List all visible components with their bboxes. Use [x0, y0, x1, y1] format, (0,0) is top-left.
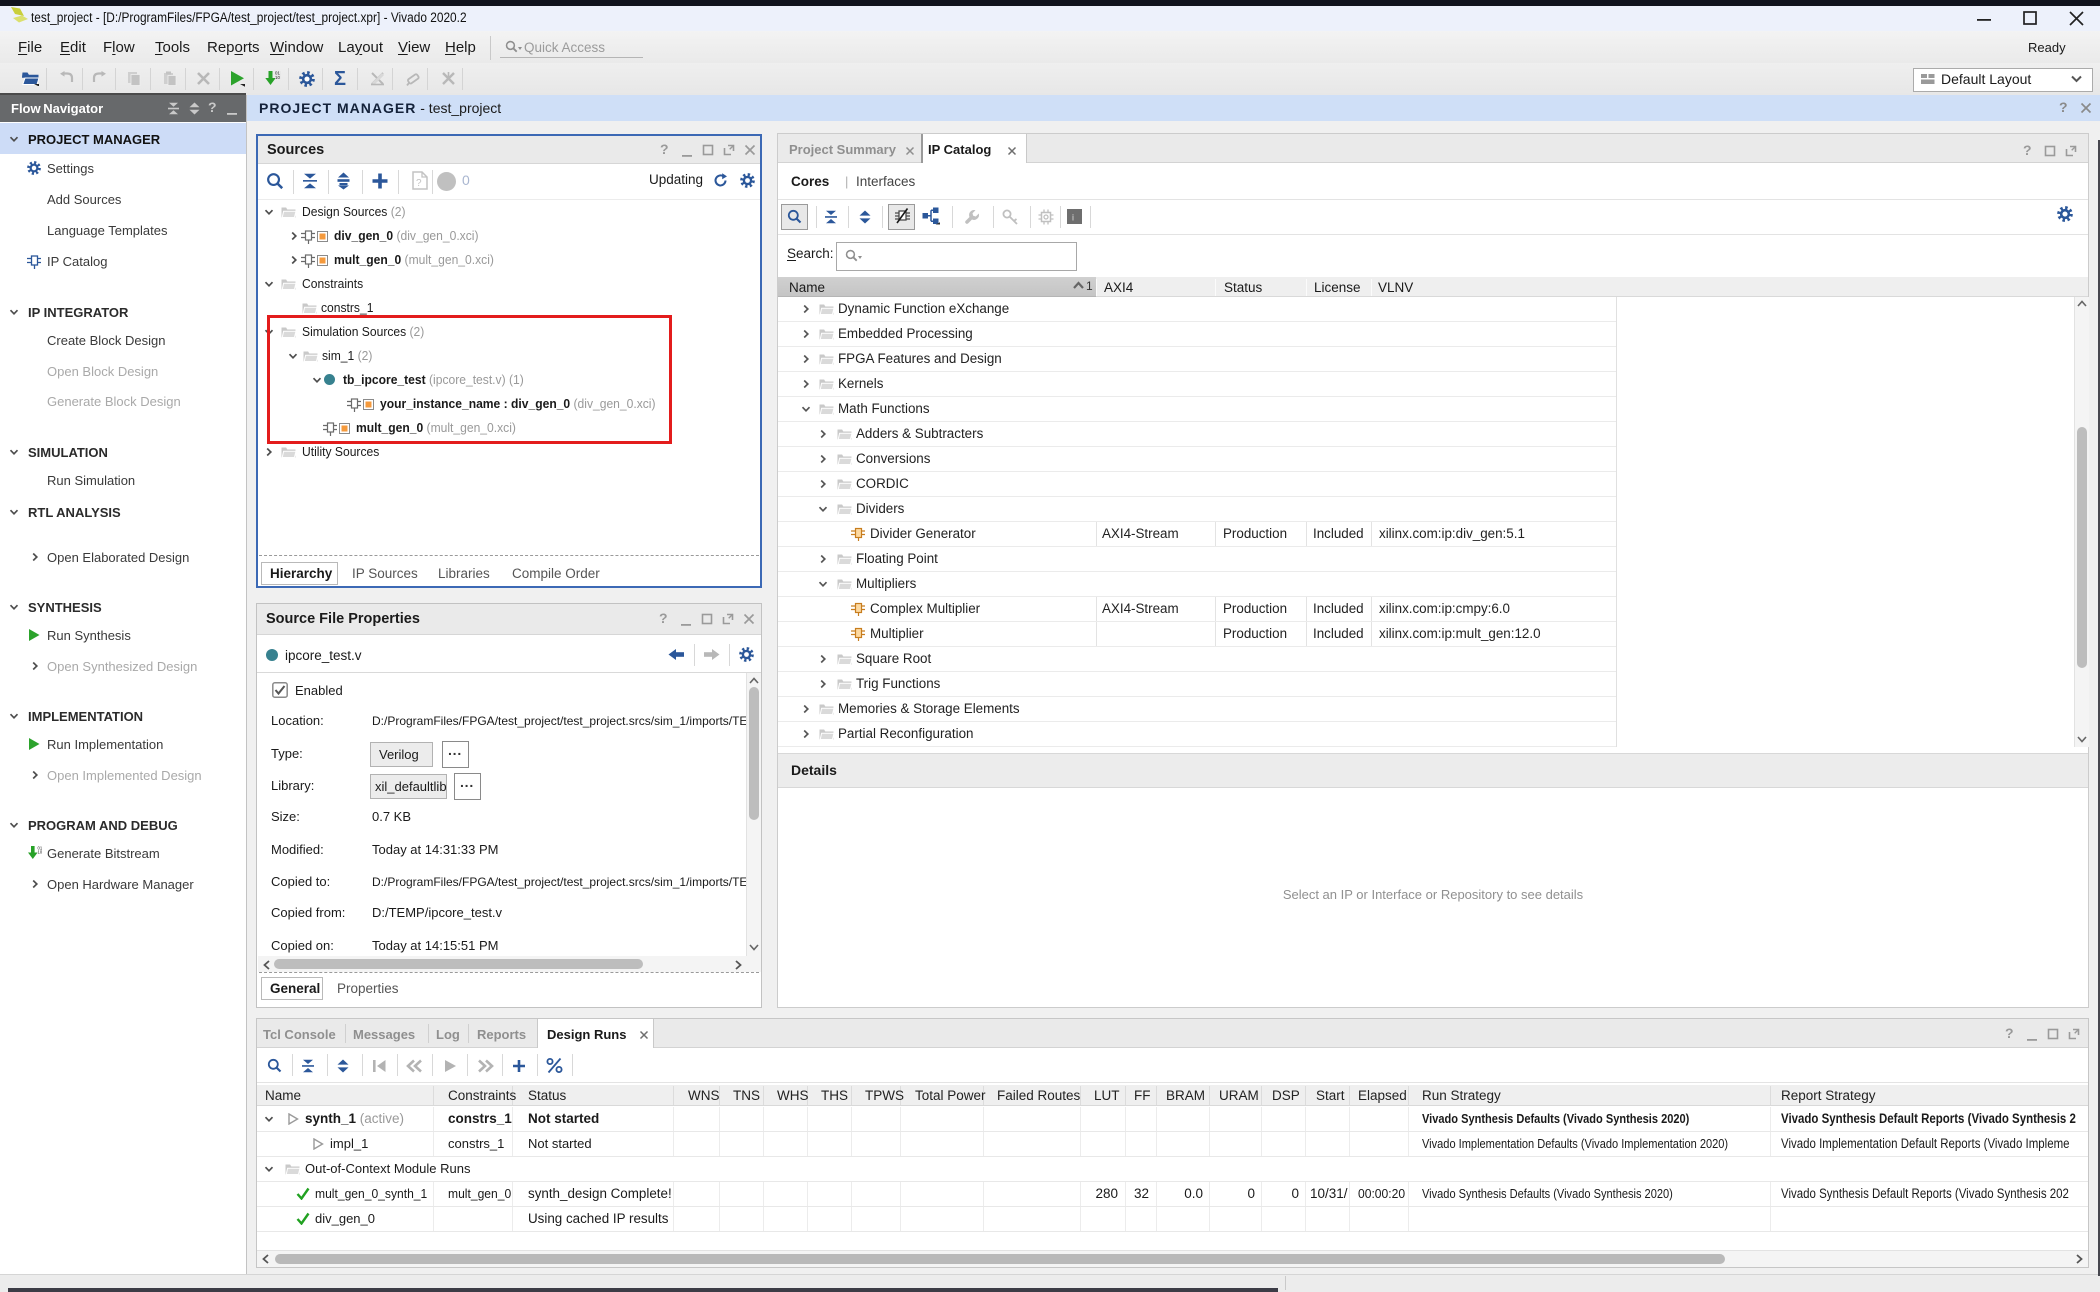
svg-text:i: i	[1072, 213, 1074, 223]
svg-text:10: 10	[38, 850, 43, 855]
svg-text:10: 10	[275, 75, 280, 80]
svg-text:?: ?	[416, 178, 422, 189]
